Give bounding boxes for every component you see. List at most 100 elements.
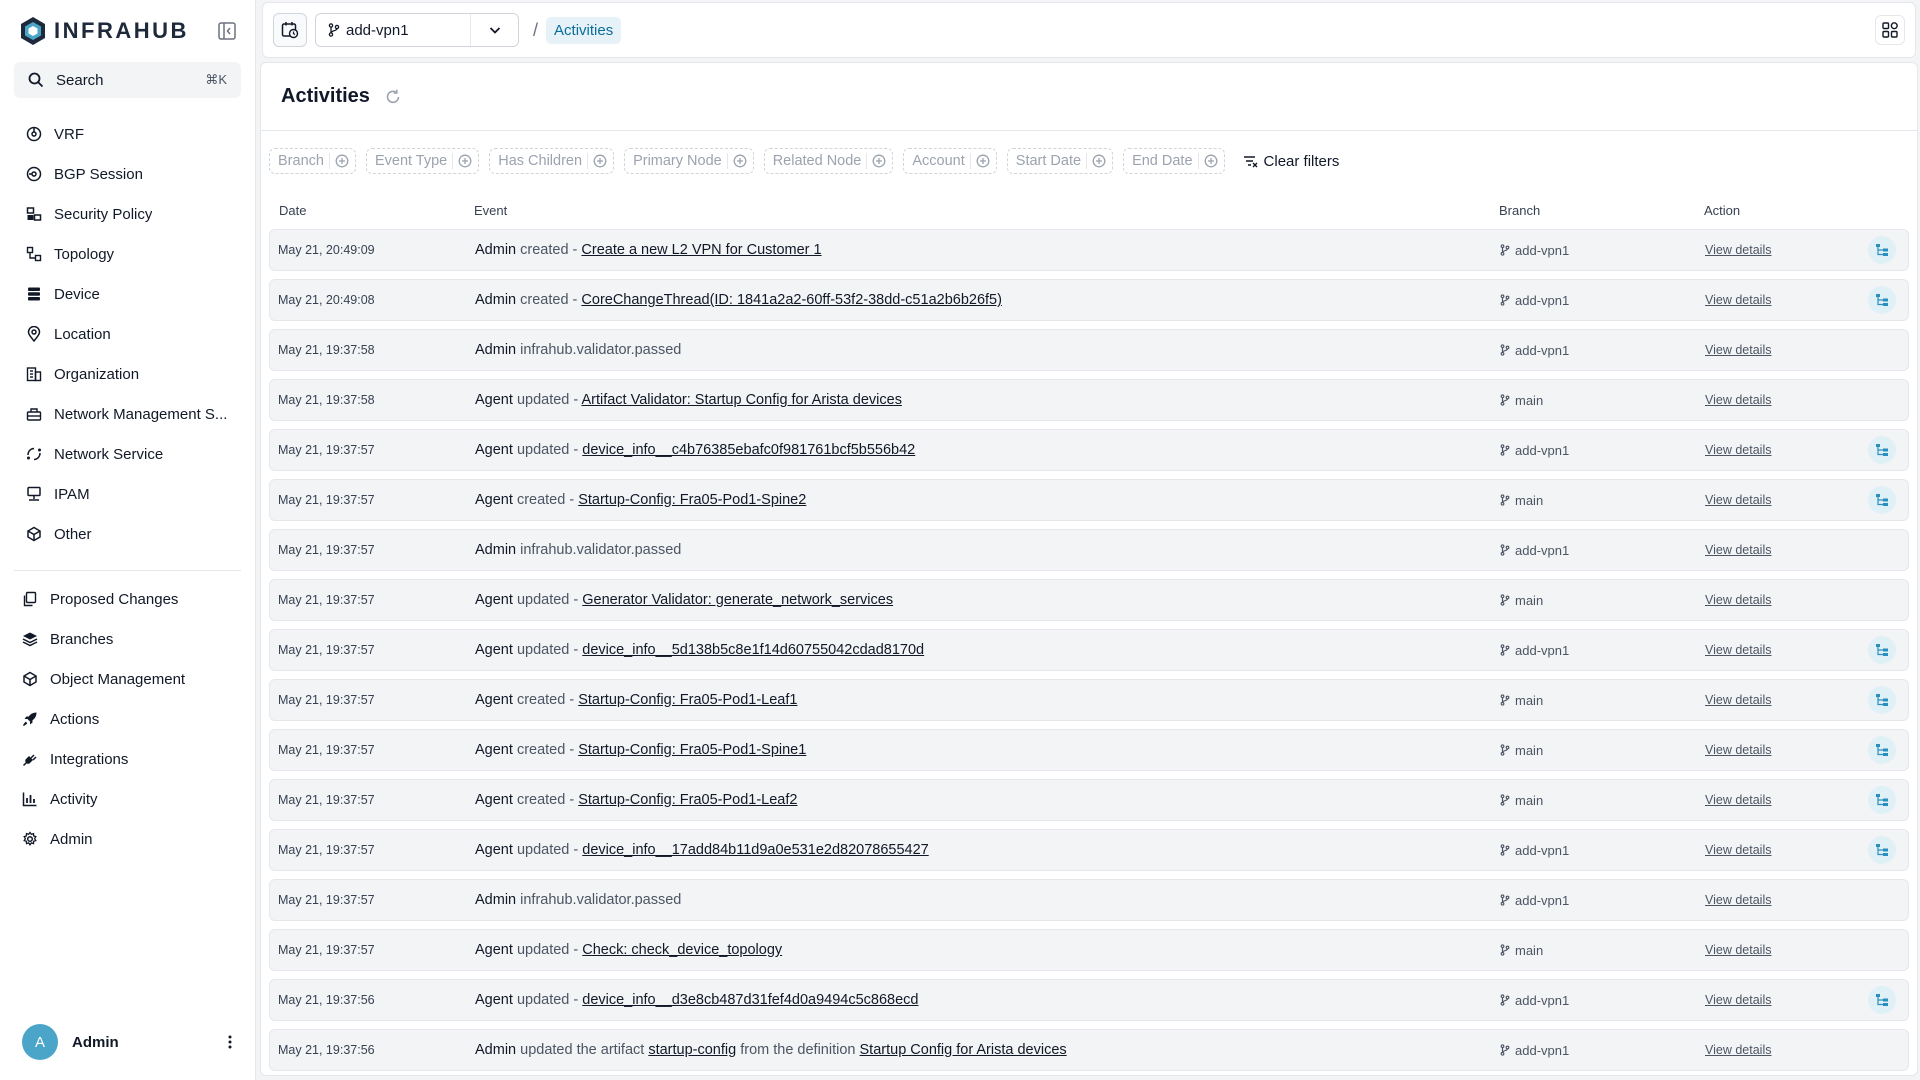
sidebar-item-admin[interactable]: Admin: [14, 819, 241, 859]
sidebar-item-other[interactable]: Other: [14, 514, 241, 554]
sidebar-item-location[interactable]: Location: [14, 314, 241, 354]
show-children-button[interactable]: [1868, 486, 1896, 514]
event-object-link[interactable]: startup-config: [648, 1042, 736, 1058]
breadcrumb-activities[interactable]: Activities: [546, 16, 622, 44]
sidebar-item-proposed-changes[interactable]: Proposed Changes: [14, 579, 241, 619]
table-row: May 21, 19:37:57 Agent created - Startup-…: [269, 779, 1909, 821]
view-details-link[interactable]: View details: [1705, 243, 1771, 257]
view-details-link[interactable]: View details: [1705, 643, 1771, 657]
sidebar-item-actions[interactable]: Actions: [14, 699, 241, 739]
event-object-link[interactable]: Startup-Config: Fra05-Pod1-Spine1: [578, 742, 806, 758]
show-children-button[interactable]: [1868, 836, 1896, 864]
show-children-button[interactable]: [1868, 986, 1896, 1014]
view-details-link[interactable]: View details: [1705, 293, 1771, 307]
filter-chip-related-node[interactable]: Related Node: [763, 148, 894, 174]
table-row: May 21, 19:37:57 Admin infrahub.validator…: [269, 529, 1909, 571]
event-description: Agent updated - device_info__5d138b5c8e1…: [475, 642, 1500, 658]
kebab-menu-icon[interactable]: [227, 1034, 233, 1050]
show-children-button[interactable]: [1868, 786, 1896, 814]
event-branch: main: [1500, 593, 1705, 608]
git-branch-icon: [1500, 644, 1510, 656]
refresh-icon[interactable]: [384, 88, 402, 106]
branch-selector[interactable]: add-vpn1: [315, 13, 519, 47]
event-object-link[interactable]: Startup-Config: Fra05-Pod1-Leaf1: [578, 692, 797, 708]
view-details-link[interactable]: View details: [1705, 543, 1771, 557]
sidebar-item-branches[interactable]: Branches: [14, 619, 241, 659]
filter-chip-account[interactable]: Account: [903, 148, 997, 174]
view-details-link[interactable]: View details: [1705, 993, 1771, 1007]
sidebar-item-security-policy[interactable]: Security Policy: [14, 194, 241, 234]
event-object-link[interactable]: Generator Validator: generate_network_se…: [582, 592, 893, 608]
nav-secondary: Proposed Changes Branches Object Managem…: [0, 575, 255, 859]
view-details-link[interactable]: View details: [1705, 893, 1771, 907]
show-children-button[interactable]: [1868, 686, 1896, 714]
event-object-link[interactable]: Artifact Validator: Startup Config for A…: [581, 392, 902, 408]
brand-name: INFRAHUB: [54, 18, 189, 43]
sidebar-item-organization[interactable]: Organization: [14, 354, 241, 394]
sidebar-item-bgp-session[interactable]: BGP Session: [14, 154, 241, 194]
sidebar-item-activity[interactable]: Activity: [14, 779, 241, 819]
view-details-link[interactable]: View details: [1705, 593, 1771, 607]
event-object-link[interactable]: Create a new L2 VPN for Customer 1: [581, 242, 821, 258]
sidebar-item-vrf[interactable]: VRF: [14, 114, 241, 154]
nav-main: VRF BGP Session Security Policy Topology…: [0, 98, 255, 554]
view-details-link[interactable]: View details: [1705, 493, 1771, 507]
view-details-link[interactable]: View details: [1705, 793, 1771, 807]
filter-chip-divider: [969, 153, 971, 169]
view-details-link[interactable]: View details: [1705, 743, 1771, 757]
event-object-link[interactable]: Startup-Config: Fra05-Pod1-Leaf2: [578, 792, 797, 808]
event-date: May 21, 20:49:09: [278, 243, 375, 257]
view-details-link[interactable]: View details: [1705, 343, 1771, 357]
view-details-link[interactable]: View details: [1705, 1043, 1771, 1057]
time-travel-button[interactable]: [273, 13, 307, 47]
view-details-link[interactable]: View details: [1705, 393, 1771, 407]
sidebar-item-object-management[interactable]: Object Management: [14, 659, 241, 699]
sidebar-item-ipam[interactable]: IPAM: [14, 474, 241, 514]
event-object-link[interactable]: device_info__c4b76385ebafc0f981761bcf5b5…: [582, 442, 915, 458]
event-branch: add-vpn1: [1500, 293, 1705, 308]
filter-chip-branch[interactable]: Branch: [269, 148, 356, 174]
event-branch: add-vpn1: [1500, 443, 1705, 458]
sidebar-item-network-management[interactable]: Network Management S...: [14, 394, 241, 434]
view-details-link[interactable]: View details: [1705, 943, 1771, 957]
sidebar-item-device[interactable]: Device: [14, 274, 241, 314]
event-actions: View details: [1705, 1043, 1908, 1057]
view-details-link[interactable]: View details: [1705, 443, 1771, 457]
event-object-link[interactable]: Check: check_device_topology: [582, 942, 782, 958]
show-children-button[interactable]: [1868, 736, 1896, 764]
show-children-button[interactable]: [1868, 236, 1896, 264]
event-verb: infrahub.validator.passed: [520, 892, 682, 908]
sidebar-item-integrations[interactable]: Integrations: [14, 739, 241, 779]
show-children-button[interactable]: [1868, 436, 1896, 464]
show-children-button[interactable]: [1868, 286, 1896, 314]
filter-chip-event-type[interactable]: Event Type: [365, 148, 480, 174]
event-object-link[interactable]: CoreChangeThread(ID: 1841a2a2-60ff-53f2-…: [581, 292, 1002, 308]
filter-chip-has-children[interactable]: Has Children: [489, 148, 615, 174]
sidebar-item-label: Network Service: [54, 445, 164, 463]
view-details-link[interactable]: View details: [1705, 843, 1771, 857]
filter-chip-label: Start Date: [1015, 153, 1082, 169]
user-menu[interactable]: A Admin: [0, 1024, 255, 1060]
view-details-link[interactable]: View details: [1705, 693, 1771, 707]
event-definition-link[interactable]: Startup Config for Arista devices: [860, 1042, 1067, 1058]
search-input[interactable]: Search ⌘K: [14, 62, 241, 98]
event-object-link[interactable]: Startup-Config: Fra05-Pod1-Spine2: [578, 492, 806, 508]
filter-chip-end-date[interactable]: End Date: [1123, 148, 1225, 174]
collapse-sidebar-icon[interactable]: [217, 21, 237, 41]
event-actor: Admin: [475, 292, 517, 308]
branch-dropdown-toggle[interactable]: [470, 14, 518, 46]
event-object-link[interactable]: device_info__17add84b11d9a0e531e2d820786…: [582, 842, 928, 858]
sidebar-item-topology[interactable]: Topology: [14, 234, 241, 274]
sidebar-item-label: BGP Session: [54, 165, 143, 183]
event-object-link[interactable]: device_info__5d138b5c8e1f14d60755042cdad…: [582, 642, 924, 658]
clear-filters-button[interactable]: Clear filters: [1243, 153, 1339, 170]
event-actions: View details: [1705, 736, 1908, 764]
filter-chip-primary-node[interactable]: Primary Node: [624, 148, 754, 174]
event-verb: updated -: [516, 992, 579, 1008]
sidebar-item-network-service[interactable]: Network Service: [14, 434, 241, 474]
event-object-link[interactable]: device_info__d3e8cb487d31fef4d0a9494c5c8…: [582, 992, 918, 1008]
filter-chip-start-date[interactable]: Start Date: [1006, 148, 1114, 174]
show-children-button[interactable]: [1868, 636, 1896, 664]
apps-menu-button[interactable]: [1875, 15, 1905, 45]
filter-chip-divider: [726, 153, 728, 169]
